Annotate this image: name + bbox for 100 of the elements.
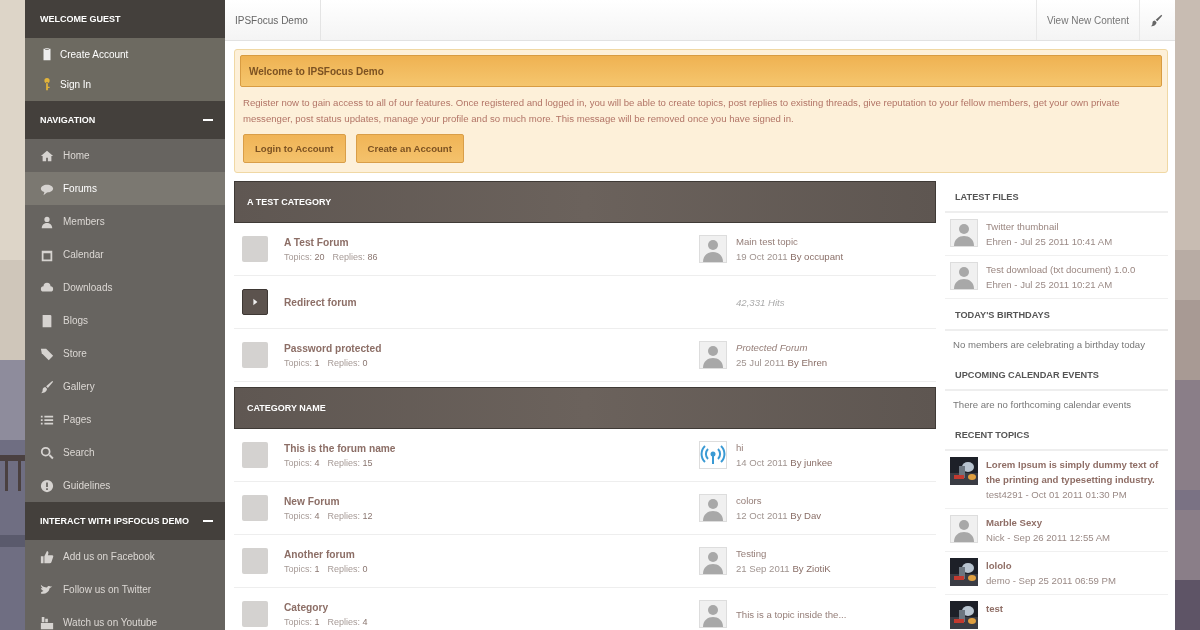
forum-stat: Replies: 86 <box>332 251 378 262</box>
forum-title-link[interactable]: This is the forum name <box>284 442 699 454</box>
forum-title-link[interactable]: A Test Forum <box>284 236 699 248</box>
sidebar-item[interactable]: Members <box>25 205 225 238</box>
last-post-title-link[interactable]: hi <box>736 442 833 453</box>
forum-stat: Topics: 1 <box>284 616 320 627</box>
tag-icon <box>40 346 54 361</box>
author-link[interactable]: Ehren <box>801 357 828 368</box>
author-link[interactable]: occupant <box>804 251 844 262</box>
last-post-title-link[interactable]: colors <box>736 495 822 506</box>
by-label: By <box>790 510 802 521</box>
file-meta: Ehren - Jul 25 2011 10:41 AM <box>986 235 1113 249</box>
forum-stat: Replies: 0 <box>327 563 368 574</box>
last-post-date: 12 Oct 2011 <box>736 510 788 521</box>
forum-stat: Replies: 0 <box>327 357 368 368</box>
topic-meta: Nick - Sep 26 2011 12:55 AM <box>986 531 1111 545</box>
block-title: RECENT TOPICS <box>945 419 1168 451</box>
author-link[interactable]: Dav <box>804 510 822 521</box>
block-title: UPCOMING CALENDAR EVENTS <box>945 359 1168 391</box>
topic-title-link[interactable]: Marble Sexy <box>986 515 1111 530</box>
sidebar-item[interactable]: Search <box>25 436 225 469</box>
topic-meta: demo - Sep 25 2011 06:59 PM <box>986 574 1116 588</box>
file-title-link[interactable]: Twitter thumbnail <box>986 219 1113 234</box>
forum-stat: Topics: 20 <box>284 251 325 262</box>
forum-status-icon <box>242 236 268 262</box>
topic-title-link[interactable]: test <box>986 601 1004 616</box>
forum-title-link[interactable]: Another forum <box>284 548 699 560</box>
notice-title: Welcome to IPSFocus Demo <box>240 55 1162 87</box>
forum-title-link[interactable]: Password protected <box>284 342 699 354</box>
avatar-icon <box>699 494 727 522</box>
category-header: CATEGORY NAME <box>234 387 936 429</box>
avatar-icon <box>950 262 978 290</box>
author-link[interactable]: ZiotiK <box>806 563 831 574</box>
last-post-title-link[interactable]: This is a topic inside the... <box>736 608 847 620</box>
last-post-date: 14 Oct 2011 <box>736 457 788 468</box>
last-post-date: 19 Oct 2011 <box>736 251 788 262</box>
sidebar-item[interactable]: Sign In <box>25 69 225 99</box>
forum-status-icon <box>242 342 268 368</box>
sidebar-item[interactable]: Forums <box>25 172 225 205</box>
section-title: WELCOME GUEST <box>40 14 122 24</box>
sidebar-item[interactable]: Gallery <box>25 370 225 403</box>
sidebar-item[interactable]: Store <box>25 337 225 370</box>
avatar-icon <box>950 515 978 543</box>
last-post-title-link[interactable]: Main test topic <box>736 236 844 247</box>
brush-icon <box>40 379 54 394</box>
section-title: INTERACT WITH IPSFOCUS DEMO <box>40 516 190 526</box>
exclamation-icon <box>40 478 54 493</box>
forum-stat: Replies: 15 <box>327 457 373 468</box>
sidebar-item[interactable]: Calendar <box>25 238 225 271</box>
forum-status-icon <box>242 442 268 468</box>
sidebar-item[interactable]: Watch us on Youtube <box>25 606 225 630</box>
forum-stat: Replies: 4 <box>327 616 368 627</box>
avatar-icon <box>950 219 978 247</box>
avatar-icon <box>699 235 727 263</box>
category-header: A TEST CATEGORY <box>234 181 936 223</box>
forum-title-link[interactable]: Redirect forum <box>284 296 699 308</box>
last-post-date: 21 Sep 2011 <box>736 563 790 574</box>
forum-stat: Topics: 1 <box>284 357 320 368</box>
account-button[interactable]: Login to Account <box>243 134 346 163</box>
forum-status-icon <box>242 495 268 521</box>
sidebar-item[interactable]: Home <box>25 139 225 172</box>
sidebar-item[interactable]: Downloads <box>25 271 225 304</box>
topic-meta: test4291 - Oct 01 2011 01:30 PM <box>986 488 1128 502</box>
last-post-date: 25 Jul 2011 <box>736 357 785 368</box>
last-post-title-link[interactable]: Testing <box>736 548 831 559</box>
forum-stat: Replies: 12 <box>327 510 373 521</box>
topic-title-link[interactable]: lololo <box>986 558 1116 573</box>
file-title-link[interactable]: Test download (txt document) 1.0.0 <box>986 262 1136 277</box>
empty-message: There are no forthcoming calendar events <box>952 398 1133 412</box>
by-label: By <box>790 457 802 468</box>
video-logo-icon <box>40 615 54 630</box>
forum-title-link[interactable]: Category <box>284 601 699 613</box>
brush-icon[interactable] <box>1150 13 1163 27</box>
broadcast-icon <box>699 441 727 469</box>
sidebar-item[interactable]: Blogs <box>25 304 225 337</box>
sidebar-item[interactable]: Follow us on Twitter <box>25 573 225 606</box>
block-title: LATEST FILES <box>945 181 1168 213</box>
sidebar-item[interactable]: Create Account <box>25 39 225 69</box>
view-new-content-link[interactable]: View New Content <box>1035 0 1139 40</box>
thumbs-up-icon <box>40 549 54 564</box>
empty-message: No members are celebrating a birthday today <box>952 338 1146 352</box>
avatar-icon <box>699 547 727 575</box>
block-title: TODAY'S BIRTHDAYS <box>945 299 1168 331</box>
breadcrumb-link[interactable]: IPSFocus Demo <box>225 0 321 40</box>
hits-count: 42,331 Hits <box>736 296 785 308</box>
redirect-icon <box>242 289 268 315</box>
section-title: NAVIGATION <box>40 115 97 125</box>
cloud-icon <box>40 280 54 295</box>
topic-title-link[interactable]: Lorem Ipsum is simply dummy text of the printing and typesetting industry. <box>986 457 1163 487</box>
sidebar-item[interactable]: Guidelines <box>25 469 225 502</box>
sidebar-item[interactable]: Pages <box>25 403 225 436</box>
file-meta: Ehren - Jul 25 2011 10:21 AM <box>986 278 1114 292</box>
last-post-title-link[interactable]: Protected Forum <box>736 342 828 353</box>
forum-stat: Topics: 1 <box>284 563 320 574</box>
forum-stat: Topics: 4 <box>284 457 320 468</box>
author-link[interactable]: junkee <box>804 457 833 468</box>
account-button[interactable]: Create an Account <box>355 134 464 163</box>
home-icon <box>40 148 54 163</box>
sidebar-item[interactable]: Add us on Facebook <box>25 540 225 573</box>
forum-title-link[interactable]: New Forum <box>284 495 699 507</box>
